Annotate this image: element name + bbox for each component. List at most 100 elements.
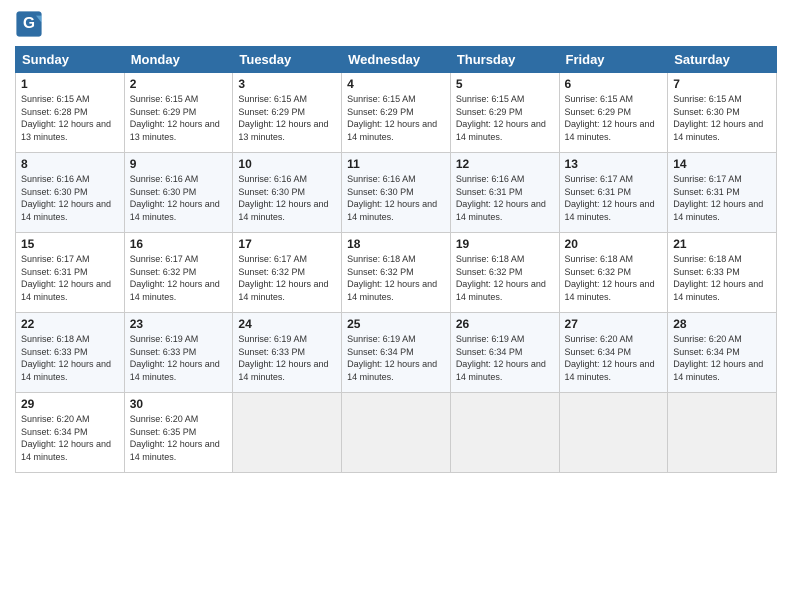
- day-number: 29: [21, 397, 119, 411]
- cell-content: Sunrise: 6:20 AMSunset: 6:35 PMDaylight:…: [130, 413, 228, 463]
- logo: G: [15, 10, 47, 38]
- cell-content: Sunrise: 6:19 AMSunset: 6:33 PMDaylight:…: [238, 333, 336, 383]
- calendar-week-3: 22 Sunrise: 6:18 AMSunset: 6:33 PMDayligh…: [16, 313, 777, 393]
- cell-content: Sunrise: 6:16 AMSunset: 6:30 PMDaylight:…: [238, 173, 336, 223]
- day-number: 30: [130, 397, 228, 411]
- calendar-cell: 10 Sunrise: 6:16 AMSunset: 6:30 PMDayligh…: [233, 153, 342, 233]
- cell-content: Sunrise: 6:15 AMSunset: 6:30 PMDaylight:…: [673, 93, 771, 143]
- cell-content: Sunrise: 6:18 AMSunset: 6:33 PMDaylight:…: [21, 333, 119, 383]
- day-number: 25: [347, 317, 445, 331]
- cell-content: Sunrise: 6:16 AMSunset: 6:30 PMDaylight:…: [21, 173, 119, 223]
- day-number: 11: [347, 157, 445, 171]
- cell-content: Sunrise: 6:18 AMSunset: 6:32 PMDaylight:…: [565, 253, 663, 303]
- cell-content: Sunrise: 6:18 AMSunset: 6:32 PMDaylight:…: [347, 253, 445, 303]
- cell-content: Sunrise: 6:18 AMSunset: 6:32 PMDaylight:…: [456, 253, 554, 303]
- cell-content: Sunrise: 6:18 AMSunset: 6:33 PMDaylight:…: [673, 253, 771, 303]
- calendar-cell: 21 Sunrise: 6:18 AMSunset: 6:33 PMDayligh…: [668, 233, 777, 313]
- calendar-table: SundayMondayTuesdayWednesdayThursdayFrid…: [15, 46, 777, 473]
- calendar-cell: 22 Sunrise: 6:18 AMSunset: 6:33 PMDayligh…: [16, 313, 125, 393]
- page: G SundayMondayTuesdayWednesdayThursdayFr…: [0, 0, 792, 612]
- calendar-cell: 26Sunrise: 6:19 AMSunset: 6:34 PMDayligh…: [450, 313, 559, 393]
- day-number: 16: [130, 237, 228, 251]
- day-number: 15: [21, 237, 119, 251]
- cell-content: Sunrise: 6:15 AMSunset: 6:29 PMDaylight:…: [347, 93, 445, 143]
- calendar-cell: 17 Sunrise: 6:17 AMSunset: 6:32 PMDayligh…: [233, 233, 342, 313]
- day-number: 3: [238, 77, 336, 91]
- cell-content: Sunrise: 6:16 AMSunset: 6:31 PMDaylight:…: [456, 173, 554, 223]
- day-number: 5: [456, 77, 554, 91]
- calendar-cell: 13Sunrise: 6:17 AMSunset: 6:31 PMDayligh…: [559, 153, 668, 233]
- calendar-cell: 24 Sunrise: 6:19 AMSunset: 6:33 PMDayligh…: [233, 313, 342, 393]
- day-number: 17: [238, 237, 336, 251]
- calendar-cell: 5 Sunrise: 6:15 AMSunset: 6:29 PMDaylight…: [450, 73, 559, 153]
- day-number: 18: [347, 237, 445, 251]
- day-number: 24: [238, 317, 336, 331]
- cell-content: Sunrise: 6:17 AMSunset: 6:31 PMDaylight:…: [673, 173, 771, 223]
- calendar-week-0: 1 Sunrise: 6:15 AMSunset: 6:28 PMDaylight…: [16, 73, 777, 153]
- calendar-cell: 9 Sunrise: 6:16 AMSunset: 6:30 PMDaylight…: [124, 153, 233, 233]
- calendar-cell: [668, 393, 777, 473]
- calendar-cell: 1 Sunrise: 6:15 AMSunset: 6:28 PMDaylight…: [16, 73, 125, 153]
- day-number: 14: [673, 157, 771, 171]
- calendar-cell: [342, 393, 451, 473]
- calendar-cell: 23 Sunrise: 6:19 AMSunset: 6:33 PMDayligh…: [124, 313, 233, 393]
- cell-content: Sunrise: 6:17 AMSunset: 6:31 PMDaylight:…: [21, 253, 119, 303]
- svg-text:G: G: [23, 15, 35, 32]
- cell-content: Sunrise: 6:15 AMSunset: 6:28 PMDaylight:…: [21, 93, 119, 143]
- cell-content: Sunrise: 6:20 AMSunset: 6:34 PMDaylight:…: [673, 333, 771, 383]
- day-number: 27: [565, 317, 663, 331]
- day-header-sunday: Sunday: [16, 47, 125, 73]
- cell-content: Sunrise: 6:19 AMSunset: 6:34 PMDaylight:…: [347, 333, 445, 383]
- cell-content: Sunrise: 6:17 AMSunset: 6:32 PMDaylight:…: [238, 253, 336, 303]
- day-header-monday: Monday: [124, 47, 233, 73]
- calendar-cell: 20Sunrise: 6:18 AMSunset: 6:32 PMDayligh…: [559, 233, 668, 313]
- day-number: 9: [130, 157, 228, 171]
- calendar-header-row: SundayMondayTuesdayWednesdayThursdayFrid…: [16, 47, 777, 73]
- cell-content: Sunrise: 6:15 AMSunset: 6:29 PMDaylight:…: [238, 93, 336, 143]
- day-number: 21: [673, 237, 771, 251]
- day-number: 2: [130, 77, 228, 91]
- calendar-week-1: 8 Sunrise: 6:16 AMSunset: 6:30 PMDaylight…: [16, 153, 777, 233]
- cell-content: Sunrise: 6:15 AMSunset: 6:29 PMDaylight:…: [565, 93, 663, 143]
- calendar-cell: [233, 393, 342, 473]
- calendar-cell: 11Sunrise: 6:16 AMSunset: 6:30 PMDayligh…: [342, 153, 451, 233]
- calendar-cell: [559, 393, 668, 473]
- cell-content: Sunrise: 6:15 AMSunset: 6:29 PMDaylight:…: [130, 93, 228, 143]
- calendar-cell: 7 Sunrise: 6:15 AMSunset: 6:30 PMDaylight…: [668, 73, 777, 153]
- cell-content: Sunrise: 6:20 AMSunset: 6:34 PMDaylight:…: [565, 333, 663, 383]
- cell-content: Sunrise: 6:15 AMSunset: 6:29 PMDaylight:…: [456, 93, 554, 143]
- logo-icon: G: [15, 10, 43, 38]
- day-number: 6: [565, 77, 663, 91]
- day-number: 19: [456, 237, 554, 251]
- cell-content: Sunrise: 6:19 AMSunset: 6:33 PMDaylight:…: [130, 333, 228, 383]
- calendar-cell: 25 Sunrise: 6:19 AMSunset: 6:34 PMDayligh…: [342, 313, 451, 393]
- calendar-cell: 18 Sunrise: 6:18 AMSunset: 6:32 PMDayligh…: [342, 233, 451, 313]
- header: G: [15, 10, 777, 38]
- day-number: 22: [21, 317, 119, 331]
- day-number: 1: [21, 77, 119, 91]
- calendar-cell: 19 Sunrise: 6:18 AMSunset: 6:32 PMDayligh…: [450, 233, 559, 313]
- day-number: 12: [456, 157, 554, 171]
- calendar-cell: 28Sunrise: 6:20 AMSunset: 6:34 PMDayligh…: [668, 313, 777, 393]
- cell-content: Sunrise: 6:17 AMSunset: 6:31 PMDaylight:…: [565, 173, 663, 223]
- day-number: 4: [347, 77, 445, 91]
- calendar-cell: 30 Sunrise: 6:20 AMSunset: 6:35 PMDayligh…: [124, 393, 233, 473]
- day-number: 7: [673, 77, 771, 91]
- calendar-cell: 29 Sunrise: 6:20 AMSunset: 6:34 PMDayligh…: [16, 393, 125, 473]
- calendar-cell: 3 Sunrise: 6:15 AMSunset: 6:29 PMDaylight…: [233, 73, 342, 153]
- cell-content: Sunrise: 6:20 AMSunset: 6:34 PMDaylight:…: [21, 413, 119, 463]
- calendar-body: 1 Sunrise: 6:15 AMSunset: 6:28 PMDaylight…: [16, 73, 777, 473]
- day-header-saturday: Saturday: [668, 47, 777, 73]
- cell-content: Sunrise: 6:16 AMSunset: 6:30 PMDaylight:…: [130, 173, 228, 223]
- day-number: 10: [238, 157, 336, 171]
- calendar-cell: 27 Sunrise: 6:20 AMSunset: 6:34 PMDayligh…: [559, 313, 668, 393]
- day-header-thursday: Thursday: [450, 47, 559, 73]
- calendar-cell: 15 Sunrise: 6:17 AMSunset: 6:31 PMDayligh…: [16, 233, 125, 313]
- calendar-cell: 6 Sunrise: 6:15 AMSunset: 6:29 PMDaylight…: [559, 73, 668, 153]
- calendar-cell: 14 Sunrise: 6:17 AMSunset: 6:31 PMDayligh…: [668, 153, 777, 233]
- day-number: 8: [21, 157, 119, 171]
- day-number: 26: [456, 317, 554, 331]
- day-number: 23: [130, 317, 228, 331]
- calendar-cell: 2 Sunrise: 6:15 AMSunset: 6:29 PMDaylight…: [124, 73, 233, 153]
- calendar-week-4: 29 Sunrise: 6:20 AMSunset: 6:34 PMDayligh…: [16, 393, 777, 473]
